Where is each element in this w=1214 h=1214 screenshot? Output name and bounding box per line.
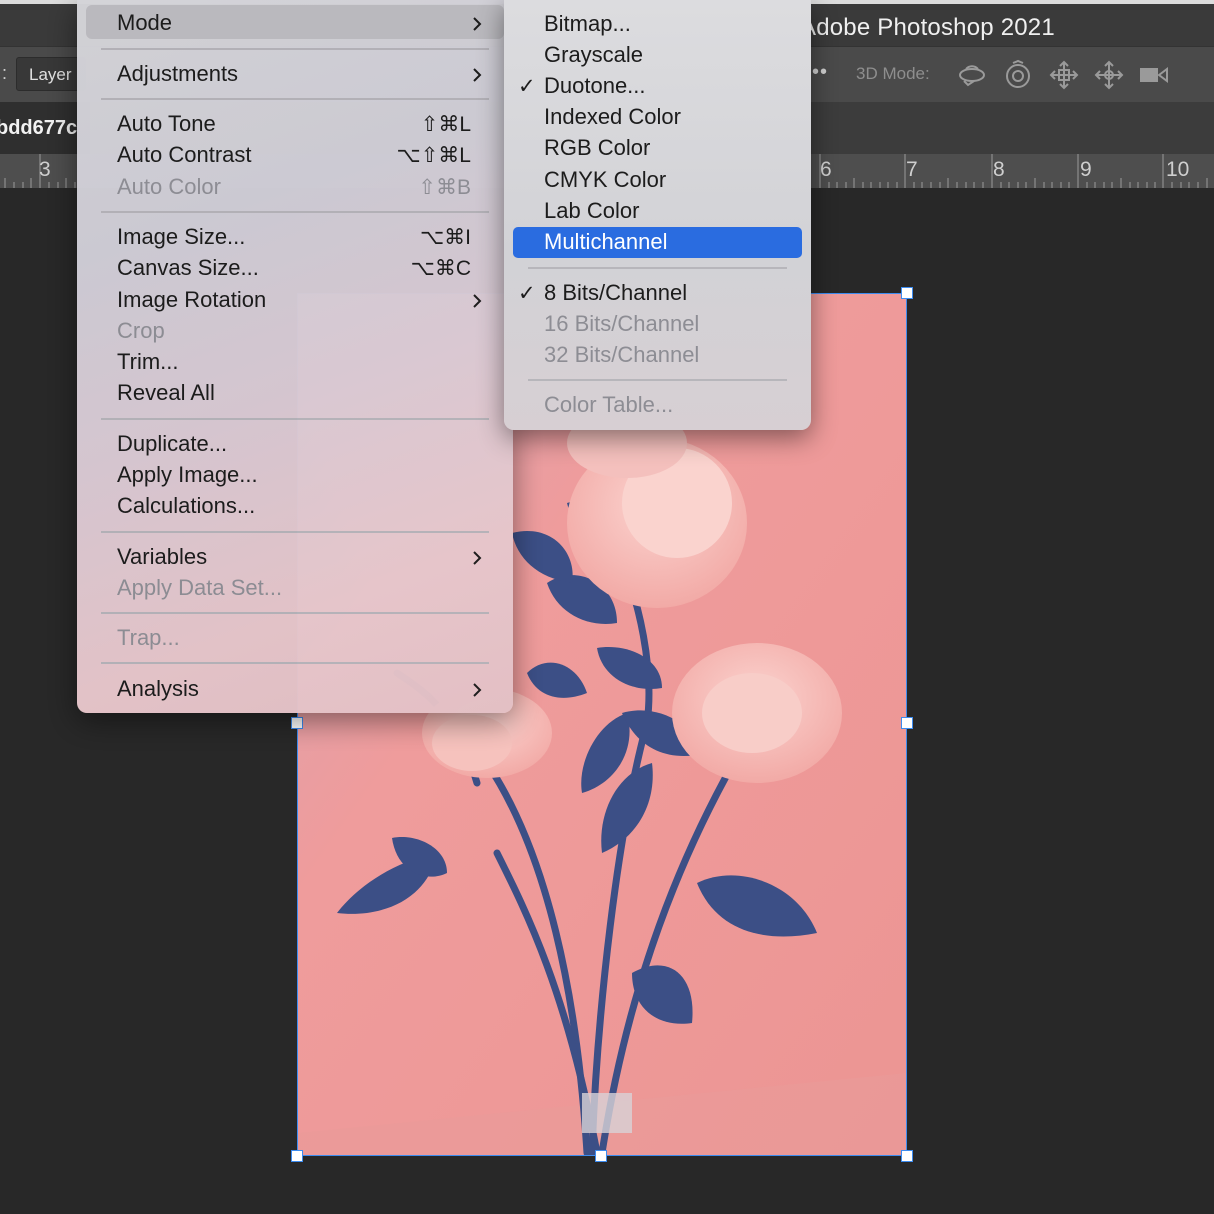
ruler-number: 8 [993, 158, 1005, 181]
shortcut-canvas-size: ⌥⌘C [410, 257, 471, 280]
menu-separator [101, 531, 489, 533]
shortcut-auto-color: ⇧⌘B [418, 176, 471, 199]
options-colon: : [2, 63, 8, 83]
submenu-item-grayscale[interactable]: Grayscale [544, 42, 643, 68]
menu-item-apply-image[interactable]: Apply Image... [117, 462, 258, 488]
menu-item-variables[interactable]: Variables [117, 544, 207, 570]
submenu-item-8-bits[interactable]: 8 Bits/Channel [544, 280, 687, 306]
submenu-separator [528, 379, 787, 381]
menu-item-trim[interactable]: Trim... [117, 349, 179, 375]
auto-select-dropdown[interactable]: Layer [16, 57, 86, 91]
submenu-item-multichannel[interactable]: Multichannel [513, 227, 802, 258]
menu-item-trap: Trap... [117, 625, 180, 650]
menu-separator [101, 211, 489, 213]
transform-handle-bottom-right[interactable] [901, 1150, 913, 1162]
submenu-item-cmyk-color[interactable]: CMYK Color [544, 167, 666, 193]
menu-separator [101, 612, 489, 614]
menu-item-image-rotation[interactable]: Image Rotation [117, 287, 266, 313]
menu-separator [101, 418, 489, 420]
transform-handle-middle-left[interactable] [291, 717, 303, 729]
shortcut-auto-contrast: ⌥⇧⌘L [396, 144, 471, 167]
ruler-number: 9 [1080, 158, 1092, 181]
checkmark-icon: ✓ [518, 75, 536, 98]
mode-submenu: Bitmap... Grayscale ✓ Duotone... Indexed… [504, 0, 811, 430]
menu-item-duplicate[interactable]: Duplicate... [117, 431, 227, 457]
multichannel-label: Multichannel [544, 229, 668, 254]
submenu-item-lab-color[interactable]: Lab Color [544, 198, 639, 224]
menu-item-analysis[interactable]: Analysis [117, 676, 199, 702]
submenu-item-indexed-color[interactable]: Indexed Color [544, 104, 681, 130]
menu-item-adjustments[interactable]: Adjustments [117, 61, 238, 87]
ruler-number: 3 [39, 158, 51, 181]
transform-handle-top-right[interactable] [901, 287, 913, 299]
menu-item-auto-contrast[interactable]: Auto Contrast [117, 142, 252, 168]
shortcut-image-size: ⌥⌘I [419, 226, 471, 249]
menu-item-auto-color: Auto Color [117, 174, 221, 199]
transform-handle-middle-right[interactable] [901, 717, 913, 729]
ruler-number: 7 [906, 158, 918, 181]
menu-item-canvas-size[interactable]: Canvas Size... [117, 255, 259, 281]
menu-separator [101, 662, 489, 664]
submenu-item-rgb-color[interactable]: RGB Color [544, 135, 650, 161]
more-options-button[interactable]: •• [812, 61, 828, 84]
submenu-item-bitmap[interactable]: Bitmap... [544, 11, 631, 37]
submenu-separator [528, 267, 787, 269]
transform-handle-bottom-center[interactable] [595, 1150, 607, 1162]
menu-item-crop: Crop [117, 318, 165, 343]
menu-item-image-size[interactable]: Image Size... [117, 224, 245, 250]
orbit-3d-icon[interactable] [956, 59, 988, 91]
menu-item-auto-tone[interactable]: Auto Tone [117, 111, 216, 137]
menu-separator [101, 98, 489, 100]
menu-item-reveal-all[interactable]: Reveal All [117, 380, 215, 406]
menu-item-calculations[interactable]: Calculations... [117, 493, 255, 519]
menu-item-mode[interactable]: Mode [117, 10, 172, 36]
chevron-right-icon [473, 683, 482, 697]
menu-separator [101, 48, 489, 50]
pan-3d-icon[interactable] [1048, 59, 1080, 91]
submenu-item-32-bits: 32 Bits/Channel [544, 342, 700, 367]
checkmark-icon: ✓ [518, 282, 536, 305]
3d-mode-label: 3D Mode: [856, 64, 930, 83]
submenu-item-color-table: Color Table... [544, 392, 674, 417]
chevron-right-icon [473, 294, 482, 308]
transform-handle-bottom-left[interactable] [291, 1150, 303, 1162]
slide-3d-icon[interactable] [1093, 59, 1125, 91]
roll-3d-icon[interactable] [1002, 59, 1034, 91]
shortcut-auto-tone: ⇧⌘L [420, 113, 471, 136]
submenu-item-16-bits: 16 Bits/Channel [544, 311, 700, 336]
chevron-right-icon [473, 17, 482, 31]
ruler-number: 6 [820, 158, 832, 181]
chevron-right-icon [473, 551, 482, 565]
app-title: Adobe Photoshop 2021 [800, 14, 1055, 41]
scale-3d-icon[interactable] [1138, 59, 1170, 91]
menu-item-apply-data-set: Apply Data Set... [117, 575, 283, 600]
submenu-item-duotone[interactable]: Duotone... [544, 73, 646, 99]
ruler-number: 10 [1166, 158, 1190, 181]
chevron-right-icon [473, 68, 482, 82]
image-menu: Mode Adjustments Auto Tone ⇧⌘L Auto Cont… [77, 0, 513, 713]
